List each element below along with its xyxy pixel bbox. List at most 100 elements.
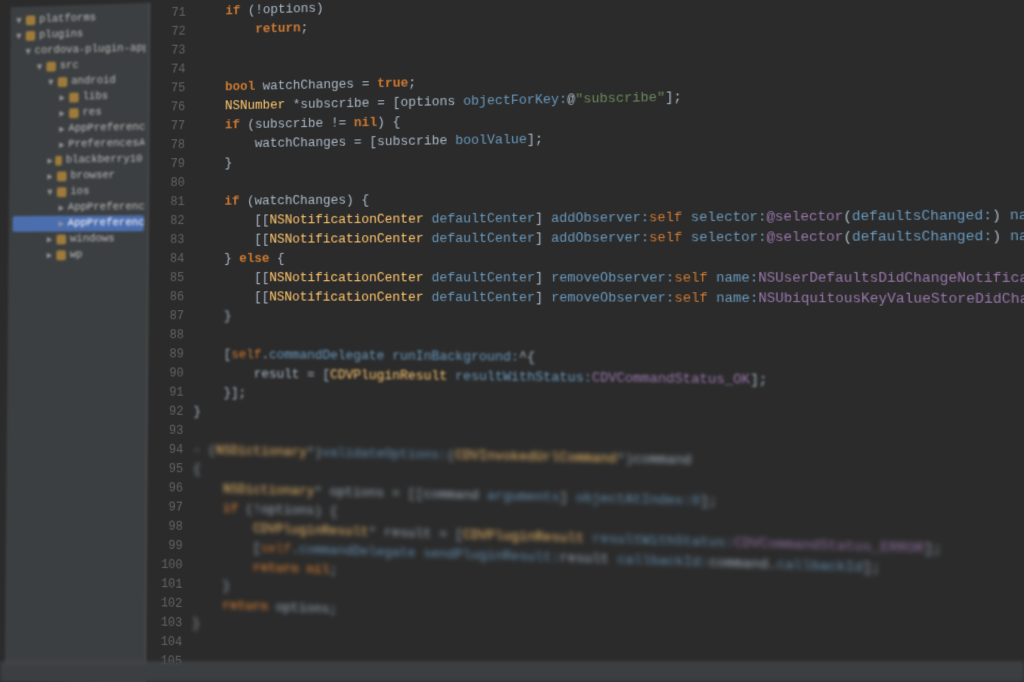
token: removeObserver: [551,271,674,286]
token: ; [330,563,338,578]
line-number: 95 [147,459,183,479]
line-number: 98 [147,517,183,537]
code-line[interactable]: [[NSNotificationCenter defaultCenter] re… [194,269,1024,290]
token: sendPluginResult: [423,547,559,566]
token: CDVPluginResult [463,528,584,546]
token: ) { [377,115,400,130]
token: [ [193,539,261,555]
token: result [560,551,617,568]
tree-item[interactable]: ▸PreferencesActivity.template [13,136,144,154]
token: ] [535,291,551,306]
folder-icon [26,31,36,41]
token: if [225,4,240,18]
token [424,212,432,226]
token: CDVCommandStatus_OK [592,371,750,388]
chevron-right-icon: ▸ [58,217,63,231]
token: commandDelegate [299,543,416,561]
token: options; [268,600,337,617]
chevron-down-icon: ▾ [16,29,26,43]
token [193,520,253,536]
chevron-down-icon: ▾ [26,45,31,59]
token: (watchChanges) { [239,193,369,208]
token [192,597,222,612]
token: return [222,598,268,614]
token: commandDelegate [269,348,384,363]
token: defaultCenter [432,212,535,227]
chevron-right-icon: ▸ [59,138,64,152]
token: runInBackground: [392,349,519,365]
code-line[interactable]: } else { [194,248,1024,270]
line-number: 94 [148,440,184,460]
line-number-gutter: 7172737475767778798081828384858687888990… [146,3,196,682]
token: ]; [863,560,881,576]
tree-item[interactable]: ▸AppPreferences.h [13,199,145,216]
chevron-down-icon: ▾ [47,185,57,199]
line-number: 77 [150,117,186,137]
token: arguments [487,489,560,506]
folder-icon [55,156,62,166]
token: if [224,194,239,208]
tree-item[interactable]: ▸blackberry10 [13,152,145,170]
tree-item[interactable]: ▸windows [12,231,144,247]
token: validateOptions: [322,446,447,463]
token: "subscribe" [575,90,665,106]
token: { [193,463,201,477]
token: true [377,76,408,91]
chevron-right-icon: ▸ [47,154,54,168]
token: } [192,617,200,632]
token: ) [992,229,1010,244]
token [682,231,690,246]
token: *)command [617,452,692,468]
token: watchChanges = [subscribe [195,134,455,152]
code-area[interactable]: if (!options) return; bool watchChanges … [192,0,1024,682]
token: nil [354,116,377,131]
token: objectAtIndex: [576,491,692,509]
tree-item[interactable]: ▸ AppPreferences.m [13,215,145,232]
line-number: 76 [150,98,186,118]
token: selector: [691,210,767,225]
tree-item[interactable]: ▸browser [13,168,145,185]
chevron-right-icon: ▸ [47,248,57,262]
line-number: 103 [146,613,182,634]
token [424,291,432,305]
line-number: 86 [149,288,185,307]
token: NSNotificationCenter [269,290,423,305]
tree-item-label: browser [70,170,115,182]
code-editor[interactable]: 7172737475767778798081828384858687888990… [146,0,1024,682]
line-number: 93 [148,421,184,441]
chevron-right-icon: ▸ [59,91,69,105]
token: addObserver: [551,211,649,226]
line-number: 74 [150,60,186,80]
line-number: 97 [147,498,183,518]
token: @selector [766,209,843,224]
token: NSNotificationCenter [270,212,424,227]
token [682,211,690,226]
folder-icon [57,187,67,197]
tree-item[interactable]: ▾ios [13,183,145,200]
tree-item-label: AppPreferences.m [68,217,145,230]
code-line[interactable]: [[NSNotificationCenter defaultCenter] ad… [194,226,1024,250]
line-number: 79 [149,155,185,174]
chevron-down-icon: ▾ [16,14,26,28]
token: NSNumber [225,98,285,113]
token: resultWithStatus: [455,369,592,385]
line-number: 72 [150,23,185,43]
token: defaultsChanged: [852,208,992,224]
token [584,532,592,547]
token: NSUserDefaultsDidChangeNotification [758,271,1024,286]
token: ]; [665,90,682,105]
token: * result = [ [368,525,463,542]
tree-item[interactable]: ▸wp [12,247,144,263]
folder-icon [56,235,66,245]
line-number: 84 [149,250,185,269]
token: ^{ [519,350,535,365]
line-number: 81 [149,193,185,212]
token: name: [716,271,758,286]
line-number: 89 [148,345,184,364]
token: } [194,309,232,323]
line-number: 78 [150,136,186,155]
token: self [649,211,682,226]
token: ]; [527,132,543,147]
project-tree-sidebar[interactable]: ▾platforms▾plugins▾cordova-plugin-app-pr… [5,3,151,682]
token: ] [535,211,551,226]
